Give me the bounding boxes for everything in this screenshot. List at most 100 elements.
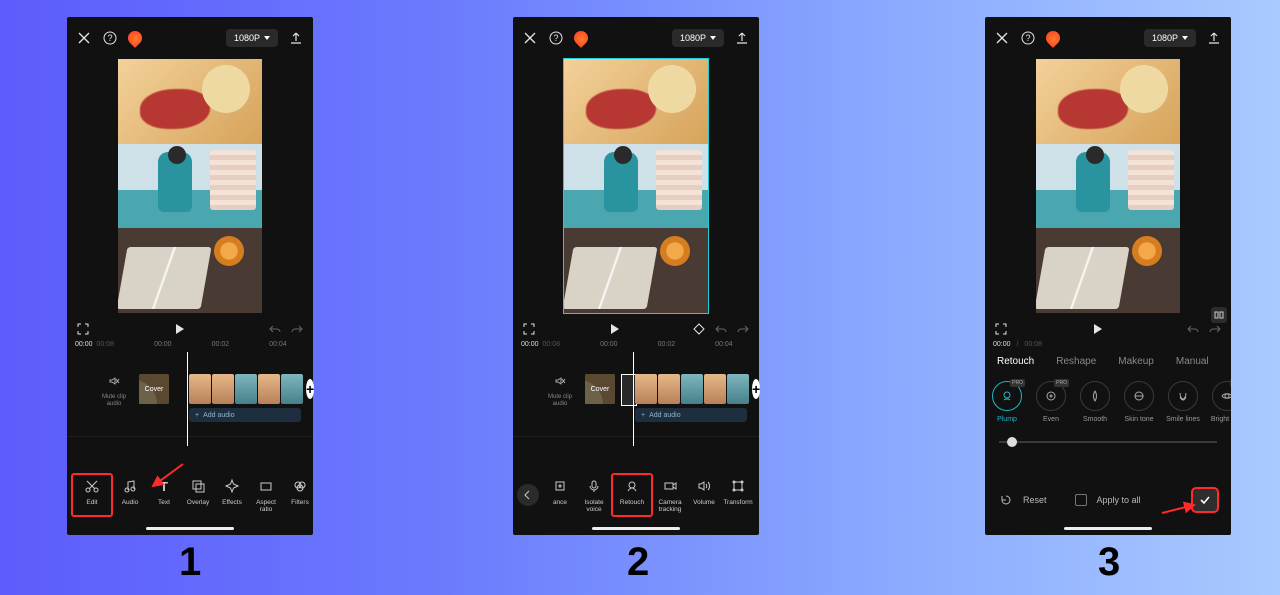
- video-preview[interactable]: CapCut: [564, 59, 708, 313]
- tab-makeup[interactable]: Makeup: [1118, 356, 1154, 367]
- reset-label[interactable]: Reset: [1023, 495, 1047, 505]
- slider-knob[interactable]: [1007, 437, 1017, 447]
- tool-aspect-ratio[interactable]: Aspect ratio: [249, 477, 283, 513]
- close-icon[interactable]: [522, 30, 538, 46]
- keyframe-icon[interactable]: [691, 321, 707, 337]
- intensity-slider[interactable]: [999, 441, 1217, 443]
- tool-retouch[interactable]: Retouch: [611, 473, 653, 517]
- playhead[interactable]: [187, 352, 188, 446]
- enhance-icon: [551, 477, 569, 495]
- fullscreen-icon[interactable]: [75, 321, 91, 337]
- retouch-bright-eye[interactable]: PROBright Eye: [1207, 381, 1231, 423]
- tool-auto-reframe[interactable]: Auto ref: [755, 477, 759, 513]
- svg-text:?: ?: [553, 33, 558, 43]
- tool-edit[interactable]: Edit: [71, 473, 113, 517]
- playhead[interactable]: [633, 352, 634, 446]
- chevron-down-icon: [710, 36, 716, 40]
- step-number-3: 3: [1098, 540, 1120, 585]
- tab-reshape[interactable]: Reshape: [1056, 356, 1096, 367]
- retouch-options: PROPlump PROEven Smooth Skin tone Smile …: [985, 375, 1231, 423]
- flame-icon[interactable]: [125, 28, 145, 48]
- resolution-dropdown[interactable]: 1080P: [1144, 29, 1196, 47]
- help-icon[interactable]: ?: [102, 30, 118, 46]
- time-ruler: 00:0000:08 00:0000:0200:04: [513, 339, 759, 348]
- confirm-button[interactable]: [1191, 487, 1219, 513]
- clip-track[interactable]: +: [189, 374, 313, 404]
- fullscreen-icon[interactable]: [521, 321, 537, 337]
- cover-thumb[interactable]: Cover: [139, 374, 169, 404]
- redo-icon[interactable]: [735, 321, 751, 337]
- svg-text:?: ?: [107, 33, 112, 43]
- help-icon[interactable]: ?: [548, 30, 564, 46]
- play-icon[interactable]: [171, 321, 187, 337]
- play-icon[interactable]: [606, 321, 622, 337]
- export-icon[interactable]: [1206, 30, 1222, 46]
- tool-filters[interactable]: Filters: [283, 477, 313, 513]
- tool-camera-tracking[interactable]: Camera tracking: [653, 477, 687, 513]
- toolbar-back-button[interactable]: [517, 484, 539, 506]
- home-indicator: [1064, 527, 1152, 530]
- camera-icon: [661, 477, 679, 495]
- tool-audio[interactable]: Audio: [113, 477, 147, 513]
- add-audio-button[interactable]: + Add audio: [189, 408, 301, 422]
- play-icon[interactable]: [1089, 321, 1105, 337]
- header: ? 1080P: [985, 17, 1231, 51]
- tool-effects[interactable]: Effects: [215, 477, 249, 513]
- tab-retouch[interactable]: Retouch: [997, 356, 1034, 367]
- mute-clip-audio[interactable]: Mute clip audio: [95, 374, 133, 408]
- retouch-even[interactable]: PROEven: [1031, 381, 1071, 423]
- step-number-1: 1: [179, 540, 201, 585]
- add-clip-button[interactable]: +: [306, 379, 314, 399]
- resolution-dropdown[interactable]: 1080P: [672, 29, 724, 47]
- retouch-skin-tone[interactable]: Skin tone: [1119, 381, 1159, 423]
- player-controls: [985, 319, 1231, 339]
- redo-icon[interactable]: [289, 321, 305, 337]
- tool-transform[interactable]: Transform: [721, 477, 755, 513]
- close-icon[interactable]: [994, 30, 1010, 46]
- redo-icon[interactable]: [1207, 321, 1223, 337]
- resolution-dropdown[interactable]: 1080P: [226, 29, 278, 47]
- time-readout: 00:00/00:08: [985, 339, 1231, 348]
- add-audio-button[interactable]: + Add audio: [635, 408, 747, 422]
- player-controls: [513, 319, 759, 339]
- overlay-icon: [189, 477, 207, 495]
- retouch-plump[interactable]: PROPlump: [987, 381, 1027, 423]
- add-clip-button[interactable]: +: [752, 379, 760, 399]
- tool-isolate-voice[interactable]: Isolate voice: [577, 477, 611, 513]
- tab-manual[interactable]: Manual: [1176, 356, 1209, 367]
- timeline[interactable]: Mute clip audio Cover + + Add audio: [513, 352, 759, 422]
- retouch-smile-lines[interactable]: Smile lines: [1163, 381, 1203, 423]
- fullscreen-icon[interactable]: [993, 321, 1009, 337]
- undo-icon[interactable]: [267, 321, 283, 337]
- undo-icon[interactable]: [713, 321, 729, 337]
- tool-overlay[interactable]: Overlay: [181, 477, 215, 513]
- export-icon[interactable]: [734, 30, 750, 46]
- tool-volume[interactable]: Volume: [687, 477, 721, 513]
- filters-icon: [291, 477, 309, 495]
- export-icon[interactable]: [288, 30, 304, 46]
- flame-icon[interactable]: [571, 28, 591, 48]
- close-icon[interactable]: [76, 30, 92, 46]
- undo-icon[interactable]: [1185, 321, 1201, 337]
- preview-clip-3: [118, 228, 262, 313]
- main-toolbar: Edit Audio TText Overlay Effects Aspect …: [67, 469, 313, 521]
- video-preview[interactable]: CapCut: [1036, 59, 1180, 313]
- cover-thumb[interactable]: Cover: [585, 374, 615, 404]
- reset-icon[interactable]: [997, 492, 1013, 508]
- apply-all-label[interactable]: Apply to all: [1097, 495, 1141, 505]
- retouch-smooth[interactable]: Smooth: [1075, 381, 1115, 423]
- voice-icon: [585, 477, 603, 495]
- tool-enhance[interactable]: ance: [543, 477, 577, 513]
- mute-clip-audio[interactable]: Mute clip audio: [541, 374, 579, 408]
- flame-icon[interactable]: [1043, 28, 1063, 48]
- clip-track[interactable]: +: [635, 374, 759, 404]
- video-preview[interactable]: CapCut: [118, 59, 262, 313]
- timeline[interactable]: Mute clip audio Cover + + Add audio: [67, 352, 313, 422]
- note-icon: [121, 477, 139, 495]
- help-icon[interactable]: ?: [1020, 30, 1036, 46]
- tool-text[interactable]: TText: [147, 477, 181, 513]
- header: ? 1080P: [67, 17, 313, 51]
- apply-all-checkbox[interactable]: [1075, 494, 1087, 506]
- preview-clip-2: [118, 144, 262, 229]
- chevron-down-icon: [1182, 36, 1188, 40]
